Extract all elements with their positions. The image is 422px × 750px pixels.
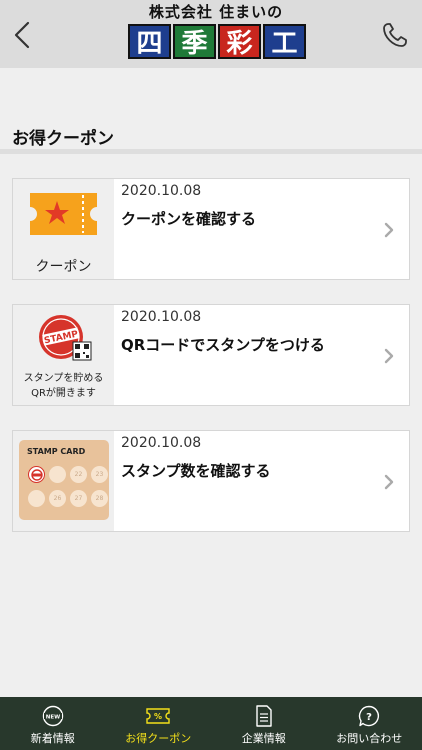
- question-icon: ?: [359, 705, 380, 727]
- chevron-right-icon: [384, 474, 394, 490]
- qr-stamp-card[interactable]: STAMP スタンプを貯める QRが開きます 2020.10.08 QRコードで…: [12, 304, 410, 406]
- coupon-icon: %: [146, 708, 170, 724]
- stamp-slot: [49, 466, 66, 483]
- stamp-slot: 27: [70, 490, 87, 507]
- nav-item-coupon[interactable]: % お得クーポン: [106, 697, 212, 750]
- phone-icon: [383, 23, 407, 47]
- stamp-slot: 26: [49, 490, 66, 507]
- bottom-nav: NEW 新着情報 % お得クーポン 企業情報 ? お問い合わせ: [0, 697, 422, 750]
- card-date: 2020.10.08: [121, 309, 202, 325]
- qr-thumb-caption-1: スタンプを貯める: [23, 373, 104, 384]
- stamp-card-title: STAMP CARD: [27, 447, 86, 456]
- stamp-slot: 28: [91, 490, 108, 507]
- stamped-dot: [28, 466, 45, 483]
- logo-char: 彩: [218, 24, 261, 59]
- chevron-left-icon: [14, 21, 30, 49]
- logo-char: 工: [263, 24, 306, 59]
- nav-label: お問い合わせ: [336, 732, 403, 745]
- svg-text:NEW: NEW: [46, 714, 60, 720]
- document-icon: [256, 705, 272, 727]
- nav-icon-wrap: [255, 705, 273, 727]
- card-title: クーポンを確認する: [121, 210, 257, 228]
- logo-chars-row: 四 季 彩 工 房: [124, 24, 308, 59]
- coupon-card[interactable]: クーポン 2020.10.08 クーポンを確認する: [12, 178, 410, 280]
- chevron-right-icon: [384, 222, 394, 238]
- stamp-card-thumbnail: STAMP CARD 22 23 26 27 28: [13, 431, 114, 531]
- card-date: 2020.10.08: [121, 435, 202, 451]
- coupon-thumbnail: クーポン: [13, 179, 114, 279]
- phone-button[interactable]: [378, 18, 412, 52]
- page-title: お得クーポン: [12, 129, 114, 149]
- section-divider: [0, 149, 422, 154]
- nav-item-news[interactable]: NEW 新着情報: [0, 697, 106, 750]
- qr-stamp-card-body: 2020.10.08 QRコードでスタンプをつける: [114, 305, 409, 405]
- nav-label: 企業情報: [241, 732, 286, 745]
- stamp-count-card[interactable]: STAMP CARD 22 23 26 27 28 2020.10.08 スタン…: [12, 430, 410, 532]
- new-badge-icon: NEW: [42, 705, 63, 727]
- nav-item-company[interactable]: 企業情報: [211, 697, 317, 750]
- stamp-card-icon: STAMP CARD 22 23 26 27 28: [19, 440, 109, 520]
- nav-icon-wrap: %: [145, 705, 171, 727]
- app-header: 株式会社 住まいの 四 季 彩 工 房: [0, 0, 422, 68]
- company-logo: 株式会社 住まいの 四 季 彩 工 房: [124, 3, 308, 63]
- nav-icon-wrap: ?: [358, 705, 380, 727]
- nav-icon-wrap: NEW: [42, 705, 64, 727]
- card-title: スタンプ数を確認する: [121, 462, 271, 480]
- card-title: QRコードでスタンプをつける: [121, 336, 325, 354]
- logo-char: 四: [128, 24, 171, 59]
- logo-company-line: 株式会社 住まいの: [148, 3, 284, 21]
- back-button[interactable]: [6, 18, 38, 52]
- qr-stamp-thumbnail: STAMP スタンプを貯める QRが開きます: [13, 305, 114, 405]
- svg-text:%: %: [154, 712, 162, 721]
- stamp-qr-icon: STAMP: [39, 315, 92, 361]
- stamp-mark-icon: [30, 468, 43, 481]
- stamp-slot: 22: [70, 466, 87, 483]
- ticket-star-icon: [30, 193, 97, 235]
- nav-label: お得クーポン: [125, 732, 192, 745]
- card-date: 2020.10.08: [121, 183, 202, 199]
- svg-text:?: ?: [366, 712, 372, 723]
- stamp-count-card-body: 2020.10.08 スタンプ数を確認する: [114, 431, 409, 531]
- nav-item-contact[interactable]: ? お問い合わせ: [317, 697, 422, 750]
- stamp-slot: 23: [91, 466, 108, 483]
- stamp-slot: [28, 490, 45, 507]
- qr-thumb-caption-2: QRが開きます: [31, 388, 96, 399]
- nav-label: 新着情報: [30, 732, 75, 745]
- chevron-right-icon: [384, 348, 394, 364]
- coupon-card-body: 2020.10.08 クーポンを確認する: [114, 179, 409, 279]
- coupon-thumb-caption: クーポン: [35, 259, 92, 275]
- logo-char: 季: [173, 24, 216, 59]
